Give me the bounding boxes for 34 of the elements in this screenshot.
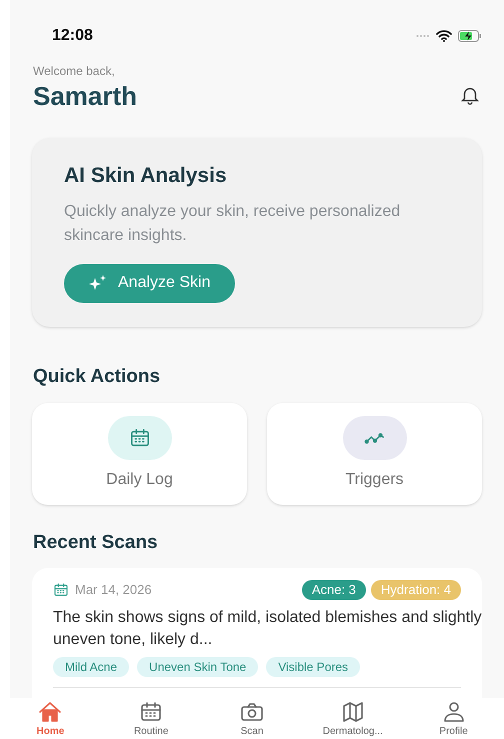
greeting-text: Welcome back,	[33, 62, 116, 80]
quick-action-tile[interactable]: Triggers	[267, 403, 482, 506]
scan-card[interactable]: Mar 14, 2026 Acne: 3 Hydration: 4 The skin shows signs of mild, isolated blemishes and slightly uneven tone, likely d... Mild Acne Uneven Skin Tone Visible Pores	[32, 568, 482, 698]
scan-date: Mar 14, 2026	[75, 581, 152, 600]
wifi-icon	[436, 30, 452, 42]
score-badge: Hydration: 4	[370, 580, 461, 600]
signal-icon	[416, 34, 430, 38]
tile-label: Daily Log	[106, 470, 173, 490]
tab-bar-item[interactable]: Home	[0, 700, 101, 739]
person-icon	[442, 700, 466, 724]
analyze-skin-button[interactable]: Analyze Skin	[64, 264, 234, 303]
tag-chip: Visible Pores	[266, 656, 360, 677]
scan-summary: The skin shows signs of mild, isolated blemishes and slightly uneven tone, likely d...	[53, 608, 483, 650]
sparkles-icon	[88, 274, 108, 292]
calendar-icon	[53, 582, 69, 598]
tab-bar-item[interactable]: Profile	[403, 700, 504, 739]
status-time: 12:08	[52, 26, 93, 46]
score-badge: Acne: 3	[302, 580, 366, 600]
tab-bar-item[interactable]: Scan	[202, 700, 302, 739]
map-icon	[340, 700, 365, 724]
calendar-icon	[139, 700, 164, 724]
section-title: Recent Scans	[33, 531, 159, 556]
home-icon	[38, 700, 62, 724]
tab-bar-item[interactable]: Dermatolog...	[302, 700, 404, 739]
user-name: Samarth	[33, 80, 138, 112]
tab-bar-item[interactable]: Routine	[100, 700, 202, 739]
section-title: Quick Actions	[33, 364, 162, 389]
card-title: AI Skin Analysis	[64, 163, 227, 190]
tag-chip: Uneven Skin Tone	[137, 656, 258, 677]
tile-label: Triggers	[345, 470, 404, 490]
quick-action-tile[interactable]: Daily Log	[32, 403, 247, 506]
battery-charging-icon	[458, 30, 482, 42]
card-description: Quickly analyze your skin, receive personalized skincare insights.	[64, 202, 402, 246]
tag-chip: Mild Acne	[53, 656, 130, 677]
